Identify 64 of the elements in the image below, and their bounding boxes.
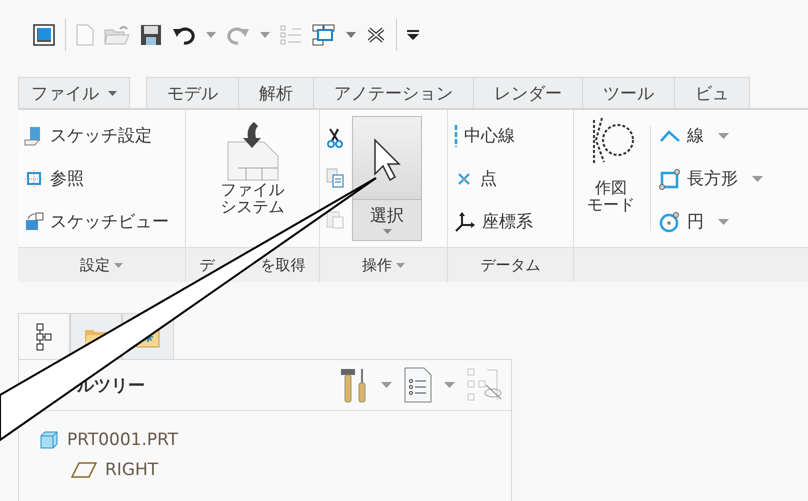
ribbon-tab[interactable]: モデル: [146, 77, 239, 108]
ribbon-button[interactable]: 座標系: [454, 202, 567, 240]
file-system-button[interactable]: ファイル システム: [220, 114, 284, 243]
caret-icon: [382, 229, 392, 234]
tree-item[interactable]: RIGHT: [105, 460, 158, 480]
ribbon-button[interactable]: 線: [659, 116, 763, 154]
reference-icon: [24, 168, 44, 188]
caret-icon[interactable]: [381, 382, 392, 388]
ribbon-button[interactable]: 点: [454, 160, 567, 198]
customize-menu-icon[interactable]: [407, 30, 419, 40]
ribbon-tab[interactable]: ビュ: [674, 77, 750, 108]
ribbon-tab[interactable]: 解析: [238, 77, 314, 108]
ribbon-tab[interactable]: ファイル: [18, 77, 130, 108]
ribbon-button[interactable]: 中心線: [454, 116, 567, 154]
group-label[interactable]: 操作: [320, 247, 447, 282]
rectangle-icon: [659, 168, 681, 190]
save-icon[interactable]: [140, 24, 162, 46]
datum-plane-icon: [71, 462, 97, 478]
group-label: データム: [448, 247, 573, 282]
caret-icon: [114, 262, 123, 268]
ribbon-button[interactable]: スケッチビュー: [24, 202, 179, 240]
part-icon: [39, 430, 59, 450]
ribbon-button[interactable]: スケッチ設定: [24, 116, 179, 154]
line-icon: [659, 128, 681, 142]
sketch-view-icon: [24, 212, 44, 232]
close-window-icon[interactable]: [366, 27, 386, 43]
caret-icon[interactable]: [444, 382, 455, 388]
ribbon-button[interactable]: 参照: [24, 160, 179, 198]
tree-item[interactable]: PRT0001.PRT: [67, 430, 178, 450]
button-label: 作図: [595, 180, 627, 197]
group-label[interactable]: 設定: [18, 247, 185, 282]
panel-tab[interactable]: [18, 313, 70, 359]
button-label: システム: [220, 198, 284, 216]
ribbon-tab[interactable]: レンダー: [473, 77, 583, 108]
caret-icon: [396, 262, 405, 268]
tree-icon: [36, 322, 52, 350]
windows-icon[interactable]: [312, 24, 336, 46]
button-label: モード: [587, 196, 635, 214]
ribbon-button[interactable]: 円: [659, 202, 763, 240]
import-file-icon: [226, 120, 280, 182]
button-label: ファイル: [220, 182, 284, 199]
caret-icon: [752, 176, 763, 182]
copy-icon[interactable]: [326, 168, 344, 188]
coordinate-system-icon: [454, 212, 476, 232]
caret-icon[interactable]: [206, 32, 216, 38]
caret-icon[interactable]: [346, 32, 356, 38]
ribbon-tab[interactable]: ツール: [582, 77, 675, 108]
caret-icon: [108, 90, 117, 96]
ribbon-button[interactable]: 長方形: [659, 160, 763, 198]
caret-icon[interactable]: [260, 32, 270, 38]
select-button[interactable]: 選択: [352, 116, 422, 241]
construction-mode-button[interactable]: 作図 モード: [580, 114, 642, 243]
group-label: を取得: [260, 256, 306, 274]
group-label: デ: [200, 256, 214, 274]
ribbon-tab[interactable]: アノテーション: [313, 77, 474, 108]
centerline-icon: [454, 124, 458, 146]
scissors-icon[interactable]: [326, 128, 344, 148]
undo-icon[interactable]: [172, 25, 196, 45]
caret-icon: [718, 132, 729, 138]
list-settings-icon[interactable]: [404, 367, 432, 403]
app-icon[interactable]: [33, 24, 55, 46]
paste-icon[interactable]: [326, 208, 344, 229]
caret-icon: [718, 218, 729, 224]
circle-icon: [659, 210, 681, 232]
